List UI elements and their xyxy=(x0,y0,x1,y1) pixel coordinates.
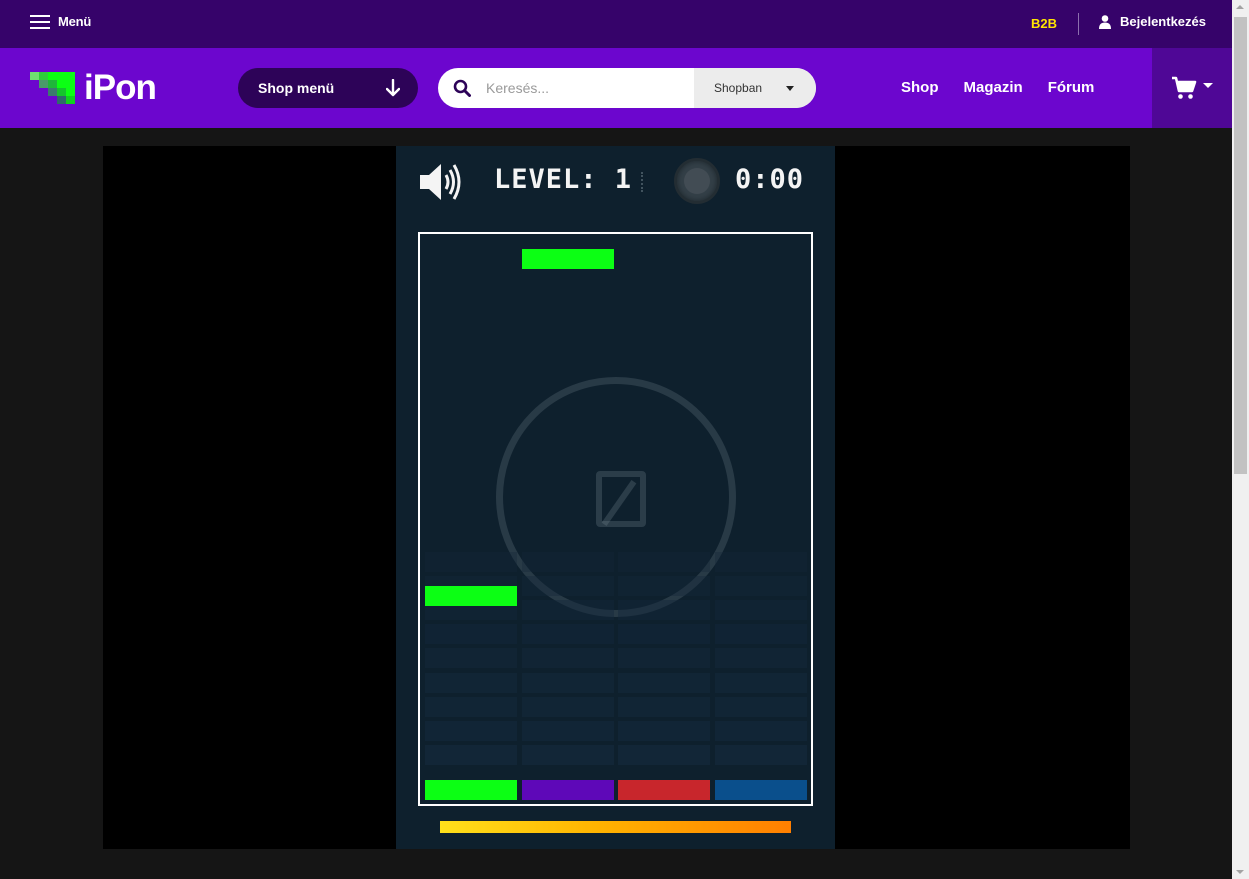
lane-grid-cell xyxy=(521,552,614,572)
lane-grid-cell xyxy=(714,552,807,572)
search-bar: Shopban xyxy=(438,68,816,108)
lane-grid-cell xyxy=(618,648,710,669)
timer-label: 0:00 xyxy=(735,164,805,195)
lane-grid-cell xyxy=(521,648,614,669)
lane-grid-cell xyxy=(425,744,517,765)
lane-grid-cell xyxy=(425,672,517,693)
lane-grid-cell xyxy=(425,648,517,669)
lane-grid-cell xyxy=(714,744,807,765)
hamburger-icon xyxy=(30,14,50,29)
divider xyxy=(1078,13,1079,35)
lane-grid-cell xyxy=(618,552,710,572)
level-label: LEVEL: 1 xyxy=(494,164,633,195)
menu-label: Menü xyxy=(58,14,92,29)
search-scope-select[interactable]: Shopban xyxy=(694,68,816,108)
shop-menu-button[interactable]: Shop menü xyxy=(238,68,418,108)
hud-divider xyxy=(641,172,643,192)
search-icon[interactable] xyxy=(453,79,471,97)
play-field[interactable] xyxy=(418,232,813,806)
lane-grid-cell xyxy=(521,720,614,741)
nav-magazin[interactable]: Magazin xyxy=(964,79,1023,96)
caret-down-icon xyxy=(786,86,794,91)
lane-grid-cell xyxy=(521,672,614,693)
page-scrollbar[interactable] xyxy=(1232,0,1249,879)
lane-grid-cell xyxy=(618,696,710,717)
falling-block xyxy=(425,586,517,607)
b2b-link[interactable]: B2B xyxy=(1031,16,1057,31)
scroll-down-icon[interactable] xyxy=(1236,870,1244,874)
shop-menu-label: Shop menü xyxy=(258,80,335,96)
lane-grid-cell xyxy=(521,576,614,597)
falling-block xyxy=(521,249,614,269)
scroll-up-icon[interactable] xyxy=(1236,5,1244,9)
ipon-logo[interactable]: iPon xyxy=(30,68,170,107)
game-stage: LEVEL: 1 0:00 xyxy=(103,146,1130,849)
lane-grid-cell xyxy=(521,744,614,765)
lane-target[interactable] xyxy=(425,780,517,800)
lane-grid-cell xyxy=(714,672,807,693)
login-link[interactable]: Bejelentkezés xyxy=(1099,14,1206,29)
pause-button[interactable] xyxy=(674,158,720,204)
lane-grid-cell xyxy=(618,744,710,765)
lane-grid-cell xyxy=(618,672,710,693)
lane-target[interactable] xyxy=(521,780,614,800)
lane-grid-cell xyxy=(714,648,807,669)
main-nav: Shop Magazin Fórum xyxy=(901,79,1094,96)
main-header: iPon Shop menü Shopban Shop Magazin Fóru… xyxy=(0,48,1232,128)
lane-grid-cell xyxy=(425,624,517,645)
lane-grid-cell xyxy=(618,600,710,621)
lane-grid-cell xyxy=(618,624,710,645)
top-bar: Menü B2B Bejelentkezés xyxy=(0,0,1232,48)
user-icon xyxy=(1099,14,1111,29)
sound-icon[interactable] xyxy=(418,160,464,204)
logo-pixel-icon xyxy=(30,72,75,104)
lane-grid-cell xyxy=(618,720,710,741)
lane-grid-cell xyxy=(714,600,807,621)
nav-shop[interactable]: Shop xyxy=(901,79,939,96)
logo-watermark-icon xyxy=(596,471,646,527)
nav-forum[interactable]: Fórum xyxy=(1048,79,1095,96)
lane-grid-cell xyxy=(714,624,807,645)
time-remaining-bar xyxy=(440,821,791,833)
lane-grid-cell xyxy=(521,696,614,717)
menu-button[interactable]: Menü xyxy=(30,14,91,29)
caret-down-icon xyxy=(1203,82,1213,88)
lane-grid-cell xyxy=(714,720,807,741)
logo-text: iPon xyxy=(84,68,157,107)
search-scope-label: Shopban xyxy=(714,81,763,95)
lane-grid-cell xyxy=(714,696,807,717)
lane-grid-cell xyxy=(618,576,710,597)
lane-grid-cell xyxy=(425,552,517,572)
lane-target[interactable] xyxy=(714,780,807,800)
login-label: Bejelentkezés xyxy=(1120,14,1206,29)
lane-target[interactable] xyxy=(618,780,710,800)
lane-grid-cell xyxy=(425,696,517,717)
cart-icon xyxy=(1172,76,1197,99)
lane-grid-cell xyxy=(521,600,614,621)
lane-grid-cell xyxy=(521,624,614,645)
arrow-down-icon xyxy=(386,79,400,97)
scrollbar-thumb[interactable] xyxy=(1234,17,1247,474)
lane-grid-cell xyxy=(425,720,517,741)
lane-grid-cell xyxy=(714,576,807,597)
cart-button[interactable] xyxy=(1152,48,1232,128)
game-canvas: LEVEL: 1 0:00 xyxy=(396,146,835,849)
